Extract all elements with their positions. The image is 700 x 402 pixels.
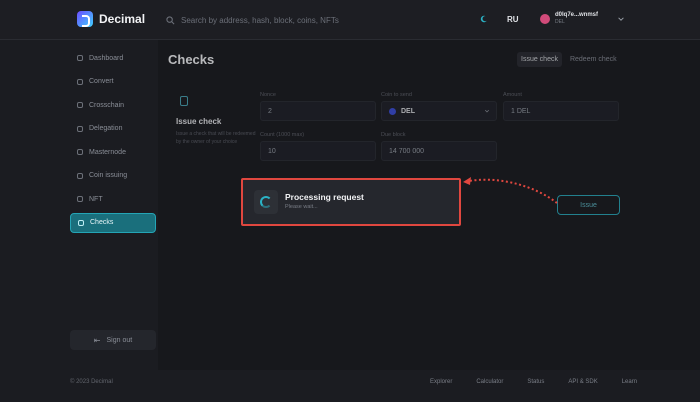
modal-title: Processing request (285, 192, 364, 202)
search-icon (166, 15, 175, 24)
footer-link-learn[interactable]: Learn (622, 379, 637, 385)
account-avatar (540, 14, 550, 24)
sidebar-item-checks[interactable]: Checks (70, 212, 156, 233)
app-name: Decimal (99, 12, 146, 26)
account-address: d0lq7e...wnmsf (555, 12, 599, 18)
account-subtitle: DEL (555, 19, 565, 25)
search-bar[interactable] (166, 10, 466, 30)
sidebar-item-label: Dashboard (89, 54, 124, 62)
sidebar: Dashboard Convert Crosschain Delegation … (70, 48, 156, 236)
convert-icon (77, 78, 83, 85)
logo[interactable]: Decimal (77, 11, 145, 27)
loading-spinner-icon (260, 196, 272, 208)
nft-icon (77, 196, 83, 202)
delegation-icon (77, 125, 83, 132)
top-bar: Decimal RU d0lq7e...wnmsf DEL (0, 0, 700, 40)
spinner-container (254, 190, 278, 214)
account-menu[interactable]: d0lq7e...wnmsf DEL (540, 12, 598, 26)
masternode-icon (77, 149, 83, 155)
sidebar-item-delegation[interactable]: Delegation (70, 119, 156, 139)
search-input[interactable] (181, 15, 441, 25)
sidebar-item-crosschain[interactable]: Crosschain (70, 95, 156, 115)
crosschain-icon (77, 102, 83, 108)
sidebar-item-convert[interactable]: Convert (70, 72, 156, 92)
sidebar-item-masternode[interactable]: Masternode (70, 142, 156, 162)
footer-links: Explorer Calculator Status API & SDK Lea… (430, 379, 637, 385)
sign-out-icon: ⇤ (93, 335, 101, 345)
coin-issuing-icon (77, 172, 83, 179)
annotation-arrow (463, 177, 558, 204)
chevron-down-icon[interactable] (617, 15, 625, 23)
footer-link-calculator[interactable]: Calculator (476, 379, 503, 385)
sidebar-item-label: Delegation (89, 125, 123, 132)
sidebar-item-label: Convert (89, 78, 114, 85)
footer: © 2023 Decimal Explorer Calculator Statu… (0, 370, 700, 402)
footer-link-status[interactable]: Status (527, 379, 544, 385)
language-switch[interactable]: RU (507, 15, 519, 24)
sidebar-item-label: Checks (90, 219, 114, 226)
sidebar-item-label: Crosschain (89, 101, 125, 109)
footer-link-api-sdk[interactable]: API & SDK (568, 379, 597, 385)
sidebar-item-label: NFT (89, 195, 103, 203)
footer-link-explorer[interactable]: Explorer (430, 379, 452, 385)
theme-toggle-moon-icon[interactable] (480, 15, 488, 23)
sidebar-item-nft[interactable]: NFT (70, 189, 156, 209)
sign-out-button[interactable]: ⇤ Sign out (70, 330, 156, 350)
decimal-logo-icon (77, 11, 93, 27)
sidebar-item-label: Masternode (89, 148, 126, 156)
processing-modal: Processing request Please wait... (241, 178, 461, 226)
checks-icon (78, 219, 84, 226)
sign-out-label: Sign out (106, 336, 133, 344)
modal-subtitle: Please wait... (285, 204, 318, 210)
sidebar-item-dashboard[interactable]: Dashboard (70, 48, 156, 68)
copyright: © 2023 Decimal (70, 379, 113, 385)
sidebar-item-coin-issuing[interactable]: Coin issuing (70, 166, 156, 186)
sidebar-item-label: Coin issuing (89, 172, 128, 179)
dashboard-icon (77, 55, 83, 61)
